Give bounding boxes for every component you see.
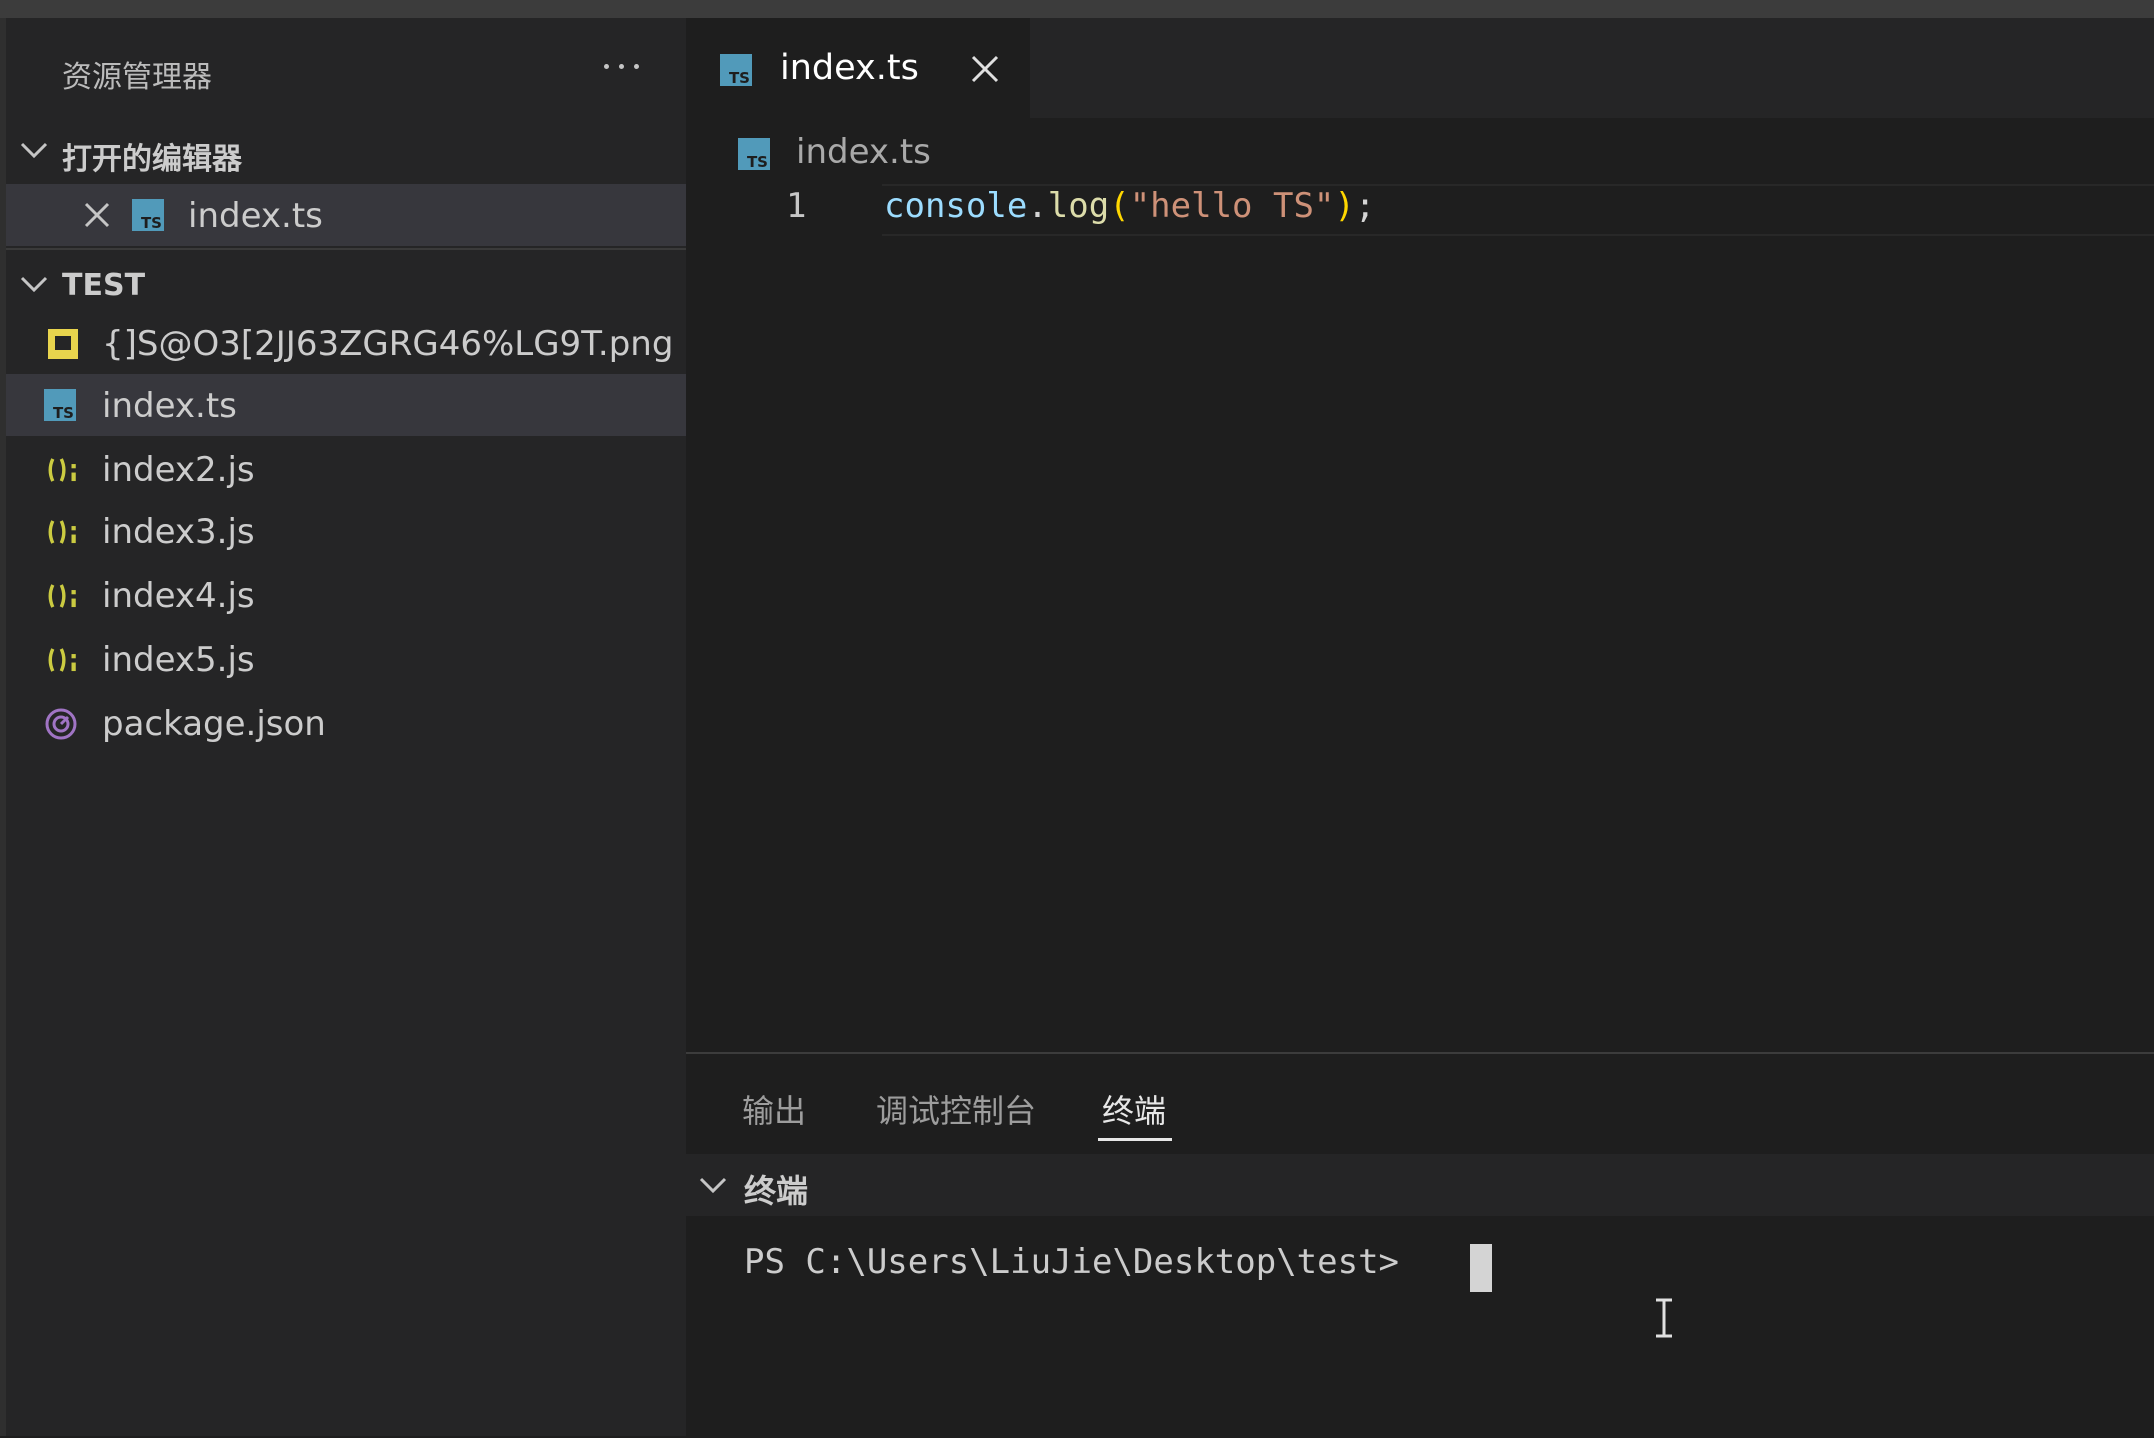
section-divider	[6, 248, 686, 250]
file-label: index2.js	[102, 450, 255, 490]
file-label: {]S@O3[2JJ63ZGRG46%LG9T.png	[102, 324, 674, 364]
file-label: index3.js	[102, 512, 255, 552]
more-actions-icon[interactable]	[602, 60, 642, 72]
title-bar-strip	[0, 0, 2154, 18]
file-item-selected[interactable]: index.ts	[6, 374, 686, 436]
folder-label: TEST	[62, 268, 146, 303]
tab-terminal[interactable]: 终端	[1102, 1086, 1166, 1132]
open-editors-label: 打开的编辑器	[62, 142, 242, 177]
package-json-icon	[45, 708, 77, 740]
image-file-icon	[48, 329, 78, 359]
javascript-icon	[48, 520, 76, 544]
code-token-open-paren: (	[1109, 186, 1130, 226]
file-item[interactable]: {]S@O3[2JJ63ZGRG46%LG9T.png	[6, 312, 686, 374]
open-editor-label: index.ts	[188, 196, 323, 236]
file-label: index5.js	[102, 640, 255, 680]
code-token-dot: .	[1027, 186, 1048, 226]
javascript-icon	[48, 584, 76, 608]
code-token-function: log	[1047, 186, 1110, 226]
tab-debug-console[interactable]: 调试控制台	[876, 1086, 1036, 1132]
code-token-close-paren: )	[1334, 186, 1355, 226]
typescript-icon	[132, 199, 166, 233]
file-label: package.json	[102, 704, 326, 744]
line-number: 1	[786, 186, 807, 226]
code-token-string: "hello TS"	[1129, 186, 1335, 226]
code-token-identifier: console	[884, 186, 1028, 226]
terminal-header-label: 终端	[744, 1172, 809, 1210]
typescript-icon	[738, 138, 770, 170]
open-editor-item[interactable]: index.ts	[6, 184, 686, 246]
explorer-title: 资源管理器	[62, 60, 212, 95]
folder-header[interactable]: TEST	[0, 256, 686, 316]
javascript-icon	[48, 648, 76, 672]
active-tab-indicator	[1098, 1138, 1172, 1141]
typescript-icon	[720, 54, 752, 86]
file-item[interactable]: index5.js	[6, 628, 686, 690]
file-item[interactable]: package.json	[6, 692, 686, 754]
chevron-down-icon	[20, 276, 48, 293]
file-item[interactable]: index4.js	[6, 564, 686, 626]
tab-output[interactable]: 输出	[742, 1086, 806, 1132]
file-label: index.ts	[102, 386, 237, 426]
terminal-cursor	[1470, 1244, 1492, 1292]
terminal-section-header[interactable]: 终端	[686, 1154, 2154, 1216]
bottom-panel: 输出 调试控制台 终端 终端 PS C:\Users\LiuJie\Deskto…	[686, 1052, 2154, 1438]
javascript-icon	[48, 458, 76, 482]
close-icon[interactable]	[970, 54, 1000, 84]
chevron-down-icon	[20, 142, 48, 159]
code-token-semicolon: ;	[1354, 186, 1376, 226]
file-label: index4.js	[102, 576, 255, 616]
open-editors-header[interactable]: 打开的编辑器	[0, 122, 686, 182]
typescript-icon	[44, 389, 78, 423]
terminal-prompt[interactable]: PS C:\Users\LiuJie\Desktop\test>	[744, 1242, 1420, 1282]
close-icon[interactable]	[82, 200, 112, 230]
ibeam-cursor-icon	[1656, 1298, 1672, 1338]
file-item[interactable]: index3.js	[6, 500, 686, 562]
tab-label: index.ts	[780, 48, 919, 88]
chevron-down-icon	[699, 1177, 727, 1194]
explorer-sidebar: 资源管理器 打开的编辑器 index.ts TEST {]S@O3[2JJ63Z…	[0, 18, 686, 1436]
breadcrumb-label: index.ts	[796, 132, 931, 172]
editor-tab-bar: index.ts	[686, 18, 2154, 118]
tab-index-ts[interactable]: index.ts	[686, 18, 1030, 118]
code-line[interactable]: console.log("hello TS");	[884, 186, 1375, 226]
file-item[interactable]: index2.js	[6, 438, 686, 500]
